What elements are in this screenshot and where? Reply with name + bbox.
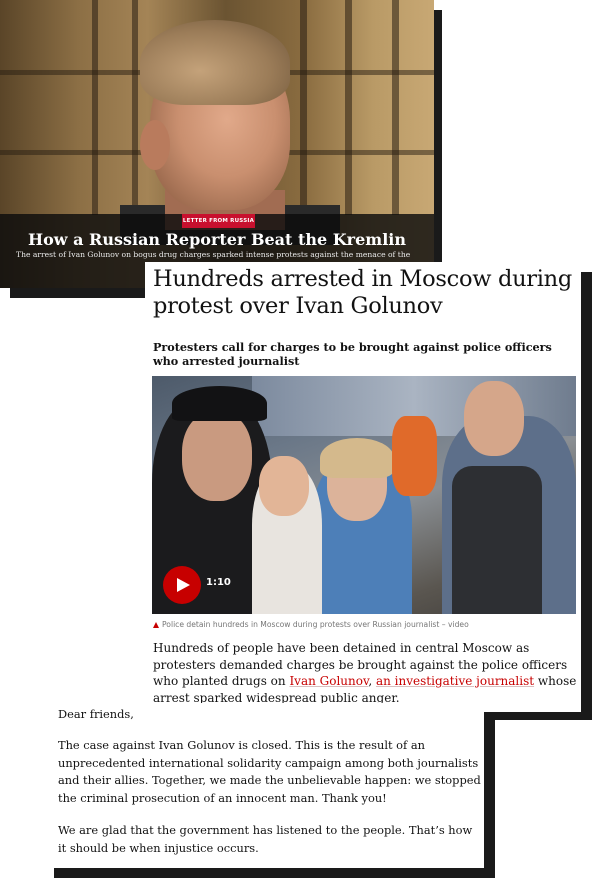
link-investigative-journalist[interactable]: an investigative journalist <box>376 674 534 688</box>
caption-triangle-icon <box>153 622 159 628</box>
protester-left-face <box>259 456 309 516</box>
article-title[interactable]: How a Russian Reporter Beat the Kremlin <box>0 230 434 249</box>
officer-right-vest <box>452 466 542 614</box>
letter-card: Dear friends, The case against Ivan Golu… <box>48 703 484 868</box>
officer-left-face <box>182 411 252 501</box>
video-duration: 1:10 <box>206 577 231 588</box>
protester-hair <box>320 438 394 478</box>
letter-greeting: Dear friends, <box>58 707 134 721</box>
article-subtitle: The arrest of Ivan Golunov on bogus drug… <box>16 250 411 259</box>
play-icon <box>177 578 190 592</box>
officer-right-face <box>464 381 524 456</box>
officer-left-cap <box>172 386 267 421</box>
caption-text: Police detain hundreds in Moscow during … <box>162 620 469 629</box>
letter-paragraph-1: The case against Ivan Golunov is closed.… <box>58 738 481 805</box>
video-caption: Police detain hundreds in Moscow during … <box>153 620 577 629</box>
article-standfirst: Protesters call for charges to be brough… <box>153 340 552 368</box>
photo-ear <box>140 120 170 170</box>
link-ivan-golunov[interactable]: Ivan Golunov <box>289 674 368 688</box>
video-player[interactable]: 1:10 <box>152 376 576 614</box>
article-body: Hundreds of people have been detained in… <box>153 640 583 706</box>
article-card-guardian: Hundreds arrested in Moscow during prote… <box>145 262 581 712</box>
article-headline[interactable]: Hundreds arrested in Moscow during prote… <box>153 266 578 320</box>
body-sep: , <box>368 674 376 688</box>
photo-hair <box>140 20 290 105</box>
orange-shirt-person <box>392 416 437 496</box>
section-badge[interactable]: LETTER FROM RUSSIA <box>182 214 255 228</box>
play-button[interactable] <box>163 566 201 604</box>
article-card-new-yorker[interactable]: LETTER FROM RUSSIA How a Russian Reporte… <box>0 0 434 288</box>
letter-paragraph-2: We are glad that the government has list… <box>58 823 473 855</box>
